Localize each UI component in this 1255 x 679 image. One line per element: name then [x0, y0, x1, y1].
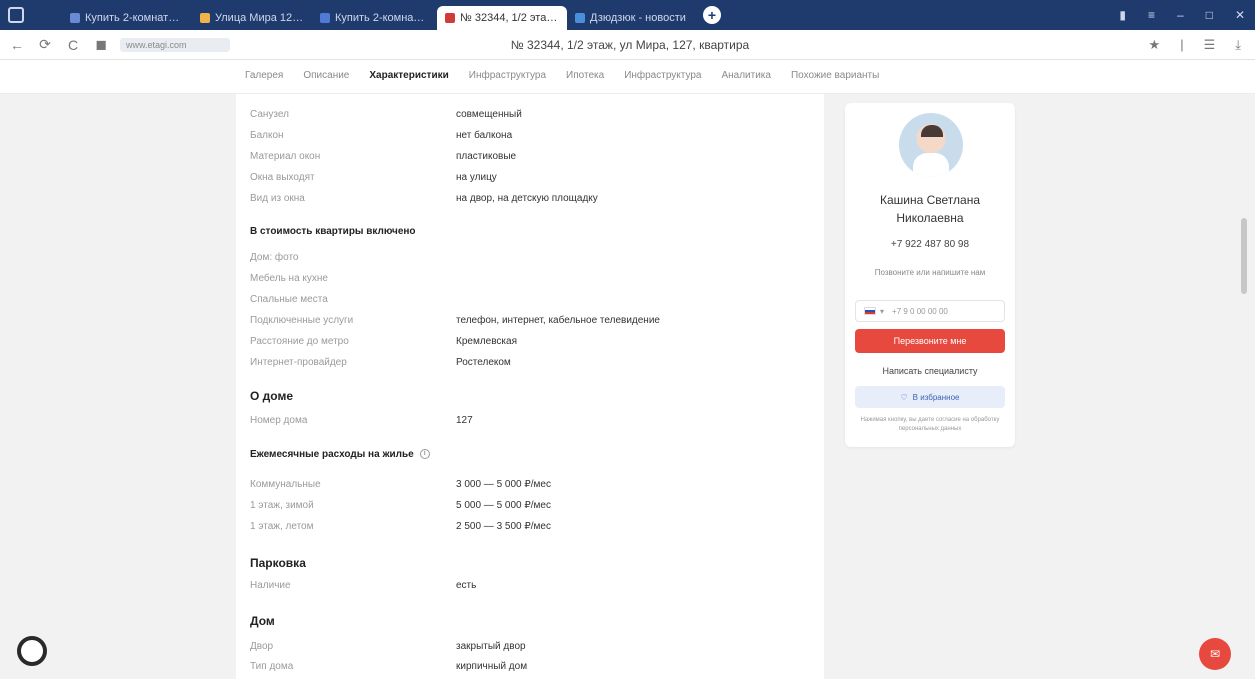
browser-tab-bar: Купить 2-комнатную кв Улица Мира 127 — Я… [0, 0, 1255, 30]
section-tab-mortgage[interactable]: Ипотека [566, 70, 604, 81]
utilities-section-title: Ежемесячные расходы на жилье i [250, 449, 430, 460]
tab-favicon-icon [320, 13, 330, 23]
section-tab-infrastructure[interactable]: Инфраструктура [469, 70, 546, 81]
phone-input[interactable]: ▾ +7 9 0 00 00 00 [855, 300, 1005, 322]
accessibility-circle-button[interactable] [17, 636, 47, 666]
tab-favicon-icon [575, 13, 585, 23]
agent-note: Позвоните или напишите нам [874, 268, 986, 277]
address-bar-actions: ★ | ☰ ⤓ [1149, 37, 1241, 53]
parking-section-title: Парковка [250, 556, 306, 570]
tab-favicon-icon [70, 13, 80, 23]
heart-icon: ♡ [900, 392, 908, 402]
tab-favicon-icon [445, 13, 455, 23]
menu-icon[interactable]: ≡ [1148, 8, 1155, 22]
maximize-icon[interactable]: □ [1206, 8, 1213, 22]
chat-icon: ✉ [1209, 647, 1221, 661]
forward-icon[interactable]: ⟳ [34, 36, 56, 53]
callback-button[interactable]: Перезвоните мне [855, 329, 1005, 353]
window-controls: ▮ ≡ – □ ✕ [1119, 8, 1245, 22]
browser-tab[interactable]: Купить 2-комнатную кв [62, 6, 192, 30]
browser-tab-active[interactable]: № 32344, 1/2 этаж, ул Мира [437, 6, 567, 30]
info-icon[interactable]: i [419, 449, 430, 460]
browser-tab[interactable]: Купить 2-комнатную квартиру [312, 6, 437, 30]
avatar-body-shape [913, 153, 949, 177]
section-tab-analytics[interactable]: Аналитика [721, 70, 771, 81]
avatar [899, 113, 963, 177]
section-tab-similar[interactable]: Похожие варианты [791, 70, 879, 81]
extensions-icon[interactable]: ▮ [1119, 8, 1126, 22]
back-icon[interactable]: ← [6, 37, 28, 53]
section-tab-characteristics[interactable]: Характеристики [369, 70, 448, 81]
address-bar: ← ⟳ C ◼ www.etagi.com № 32344, 1/2 этаж,… [0, 30, 1255, 60]
reload-icon[interactable]: C [62, 37, 84, 53]
section-tab-infrastructure-2[interactable]: Инфраструктура [624, 70, 701, 81]
browser-tab[interactable]: Дзюдзюк - новости [567, 6, 695, 30]
chat-button[interactable]: ✉ [1199, 638, 1231, 670]
close-icon[interactable]: ✕ [1235, 8, 1245, 22]
download-icon[interactable]: ⤓ [1235, 37, 1241, 53]
collections-icon[interactable]: ☰ [1204, 37, 1216, 53]
page-scrollbar[interactable] [1241, 218, 1247, 294]
favorite-button[interactable]: ♡ В избранное [855, 386, 1005, 408]
agent-disclaimer: Нажимая кнопку, вы даете согласие на обр… [860, 417, 1000, 432]
divider-icon: | [1180, 36, 1184, 52]
browser-tab[interactable]: Улица Мира 127 — Яндекс [192, 6, 312, 30]
house-section-title: О доме [250, 389, 294, 403]
write-specialist-button[interactable]: Написать специалисту [855, 359, 1005, 383]
app-menu-icon[interactable] [8, 7, 24, 23]
agent-card: Кашина Светлана Николаевна +7 922 487 80… [845, 103, 1015, 447]
building-section-title: Дом [250, 614, 275, 628]
page-title: № 32344, 1/2 этаж, ул Мира, 127, квартир… [510, 37, 750, 52]
flag-icon[interactable] [864, 307, 876, 315]
site-info-icon[interactable]: ◼ [90, 36, 112, 53]
agent-name: Кашина Светлана Николаевна [879, 193, 981, 225]
tab-favicon-icon [200, 13, 210, 23]
included-section-title: В стоимость квартиры включено [250, 226, 416, 237]
agent-phone[interactable]: +7 922 487 80 98 [855, 239, 1005, 250]
section-nav: Галерея Описание Характеристики Инфрастр… [0, 60, 1255, 94]
characteristics-panel: Санузел совмещенный Балкон нет балкона Мат… [236, 94, 824, 679]
minimize-icon[interactable]: – [1177, 8, 1184, 22]
avatar-hair-shape [921, 125, 943, 137]
url-field[interactable]: www.etagi.com [120, 37, 230, 52]
bookmark-icon[interactable]: ★ [1149, 37, 1161, 53]
new-tab-button[interactable]: + [703, 6, 721, 24]
section-tab-description[interactable]: Описание [303, 70, 349, 81]
chevron-down-icon[interactable]: ▾ [880, 307, 884, 316]
section-tab-gallery[interactable]: Галерея [245, 70, 283, 81]
